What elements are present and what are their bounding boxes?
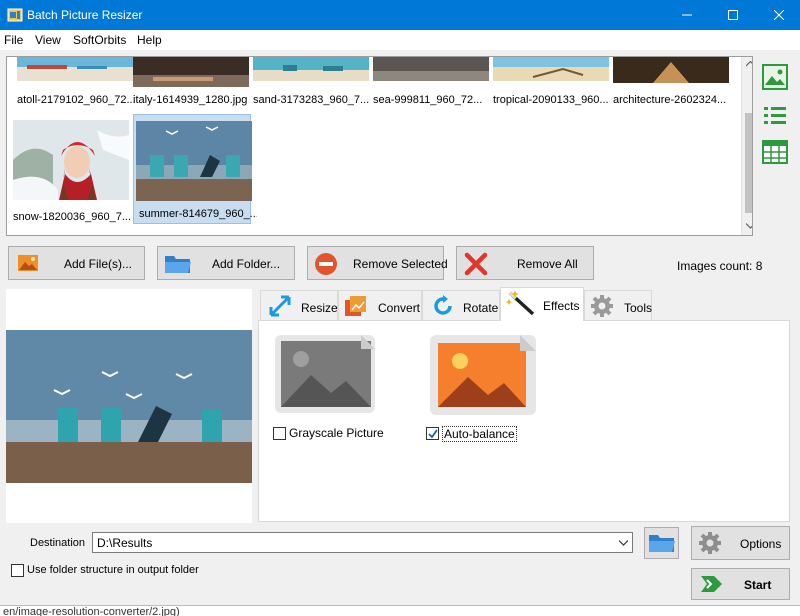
app-icon (7, 8, 23, 22)
options-button[interactable]: Options (691, 526, 790, 560)
minimize-icon (682, 14, 692, 16)
destination-label: Destination (30, 537, 86, 549)
menu-view[interactable]: View (35, 33, 61, 47)
grayscale-image-icon (275, 335, 375, 413)
menu-file[interactable]: File (4, 33, 23, 47)
delete-x-icon (464, 252, 488, 276)
title-bar: Batch Picture Resizer (0, 0, 800, 30)
autobalance-label: Auto-balance (442, 426, 517, 442)
tab-label: Tools (624, 301, 653, 315)
checkmark-icon (427, 428, 438, 438)
image-preview (6, 289, 252, 523)
minimize-button[interactable] (664, 0, 710, 30)
pebbles-photo (133, 57, 249, 87)
remove-all-label: Remove All (517, 257, 578, 271)
images-count: Images count: 8 (677, 259, 763, 273)
scroll-up-icon[interactable] (746, 61, 753, 67)
browse-folder-button[interactable] (644, 527, 679, 559)
thumbnail-view-icon[interactable] (762, 64, 788, 90)
remove-selected-label: Remove Selected (353, 257, 448, 271)
tab-label: Convert (378, 301, 421, 315)
image-gallery[interactable]: atoll-2179102_960_72... italy-1614939_12… (6, 56, 753, 236)
folder-icon (649, 535, 675, 552)
thumb-caption: sand-3173283_960_7... (253, 94, 370, 106)
add-files-button[interactable]: Add File(s)... (8, 246, 145, 280)
window-title: Batch Picture Resizer (27, 8, 143, 22)
street-photo (613, 57, 729, 83)
beach-chairs-photo (136, 121, 252, 201)
driftwood-photo (493, 57, 609, 81)
tab-effects[interactable]: Effects (500, 287, 584, 321)
scroll-thumb[interactable] (745, 113, 752, 213)
add-folder-label: Add Folder... (212, 257, 281, 271)
menu-help[interactable]: Help (137, 33, 162, 47)
tab-label: Effects (543, 299, 580, 313)
add-image-icon (18, 255, 38, 271)
table-view-icon[interactable] (762, 139, 788, 165)
effects-panel: Grayscale Picture Auto-balance (258, 320, 790, 522)
girl-in-snow-photo (13, 120, 129, 200)
gear-icon (699, 532, 721, 554)
thumb-caption: architecture-2602324... (613, 94, 727, 106)
destination-field[interactable]: D:\Results (92, 532, 633, 553)
maximize-button[interactable] (710, 0, 756, 30)
convert-icon (345, 296, 366, 316)
remove-all-button[interactable]: Remove All (456, 246, 594, 280)
color-image-icon (430, 335, 536, 415)
thumb-caption: tropical-2090133_960... (493, 94, 609, 106)
maximize-icon (728, 10, 738, 20)
beach-chairs-photo (6, 330, 252, 483)
resize-icon (269, 295, 291, 317)
list-view-icon[interactable] (762, 103, 788, 129)
magic-wand-icon (506, 290, 535, 316)
thumb-caption: sea-999811_960_72... (373, 94, 483, 106)
scroll-down-icon[interactable] (746, 223, 753, 229)
rotate-icon (434, 295, 452, 315)
menu-bar: File View SoftOrbits Help (0, 30, 800, 50)
thumb-caption: summer-814679_960_... (139, 208, 257, 220)
tab-tools[interactable]: Tools (584, 290, 652, 320)
autobalance-effect-card[interactable] (426, 331, 540, 419)
gear-icon (591, 295, 613, 317)
tab-convert[interactable]: Convert (338, 290, 422, 320)
folder-icon (165, 256, 191, 273)
tab-resize[interactable]: Resize (260, 290, 338, 320)
background-window-text: en/image-resolution-converter/2.jpg) (0, 605, 800, 616)
destination-dropdown[interactable] (615, 533, 632, 552)
gallery-item-selected[interactable]: summer-814679_960_... (133, 114, 257, 224)
start-label: Start (744, 578, 772, 592)
beach-photo (17, 57, 133, 81)
gallery-scrollbar[interactable] (741, 57, 753, 235)
add-files-label: Add File(s)... (64, 257, 133, 271)
tab-label: Resize (301, 301, 338, 315)
options-label: Options (740, 537, 782, 551)
folder-structure-label: Use folder structure in output folder (27, 564, 199, 576)
thumb-caption: italy-1614939_1280.jpg (133, 94, 248, 106)
close-button[interactable] (756, 0, 800, 30)
remove-icon (315, 253, 337, 275)
sea-photo (253, 57, 369, 81)
remove-selected-button[interactable]: Remove Selected (307, 246, 448, 280)
grayscale-checkbox[interactable] (273, 427, 286, 440)
tab-label: Rotate (463, 301, 499, 315)
grayscale-label: Grayscale Picture (289, 426, 384, 440)
start-arrow-icon (701, 576, 722, 592)
pebbles-photo (373, 57, 489, 81)
thumb-caption: snow-1820036_960_7... (13, 211, 131, 223)
start-button[interactable]: Start (691, 568, 790, 600)
menu-softorbits[interactable]: SoftOrbits (73, 33, 126, 47)
folder-structure-checkbox[interactable] (11, 564, 24, 577)
grayscale-effect-card[interactable] (271, 331, 379, 417)
thumb-caption: atoll-2179102_960_72... (17, 94, 135, 106)
add-folder-button[interactable]: Add Folder... (157, 246, 295, 280)
chevron-down-icon (619, 539, 628, 546)
tab-rotate[interactable]: Rotate (422, 290, 500, 320)
autobalance-checkbox[interactable] (426, 427, 439, 440)
close-icon (774, 10, 784, 20)
